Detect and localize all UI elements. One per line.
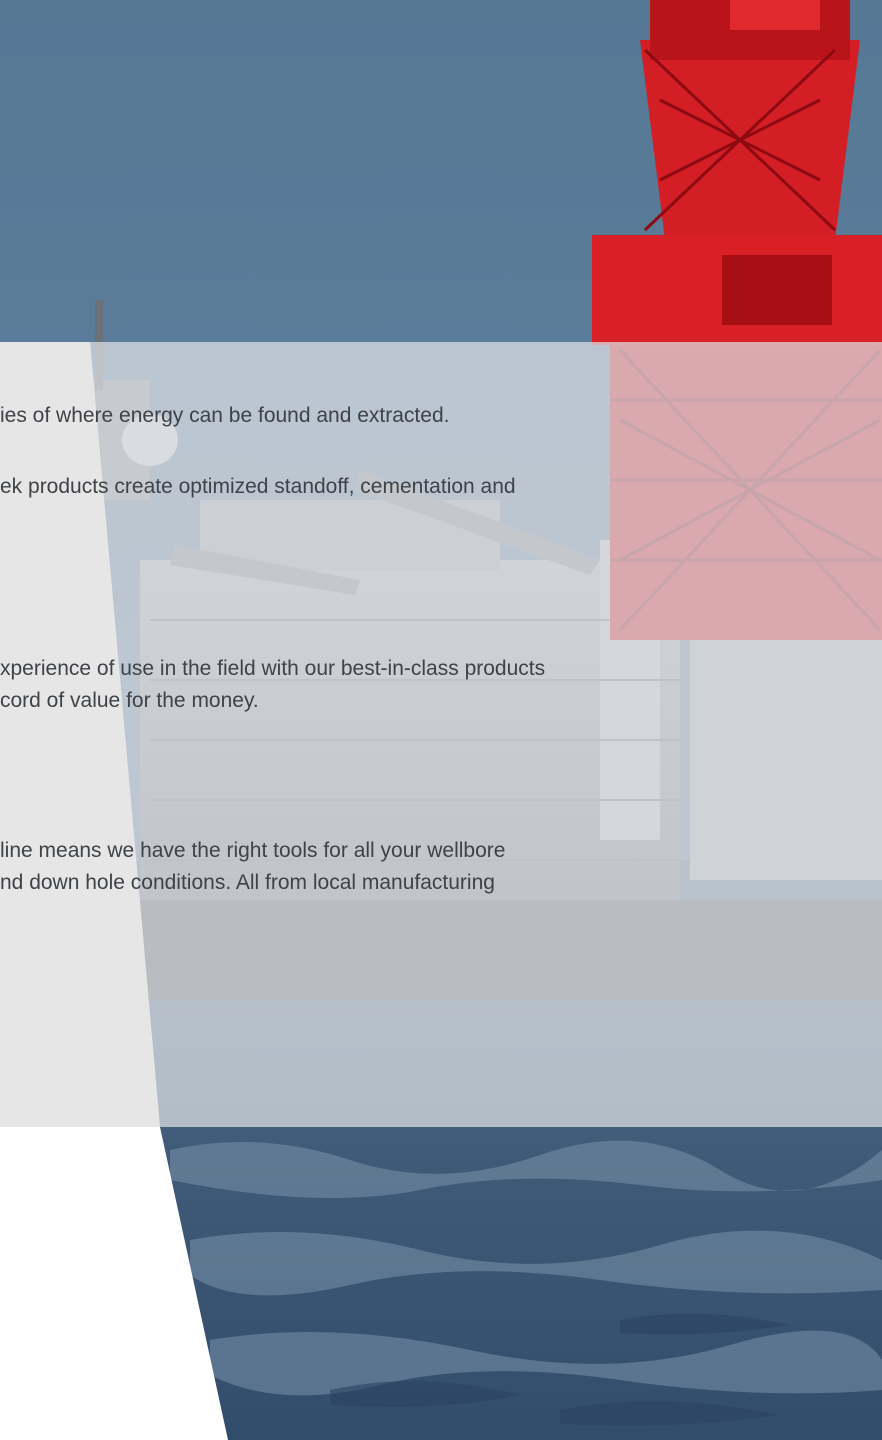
body-line-2: ek products create optimized standoff, c… [0,475,516,498]
body-line-5: line means we have the right tools for a… [0,839,506,862]
body-line-3: xperience of use in the field with our b… [0,657,546,680]
text-panel [0,342,882,1127]
page: ies of where energy can be found and ext… [0,0,882,1440]
body-line-4: cord of value for the money. [0,689,259,712]
body-line-6: nd down hole conditions. All from local … [0,871,495,894]
body-line-1: ies of where energy can be found and ext… [0,404,450,427]
